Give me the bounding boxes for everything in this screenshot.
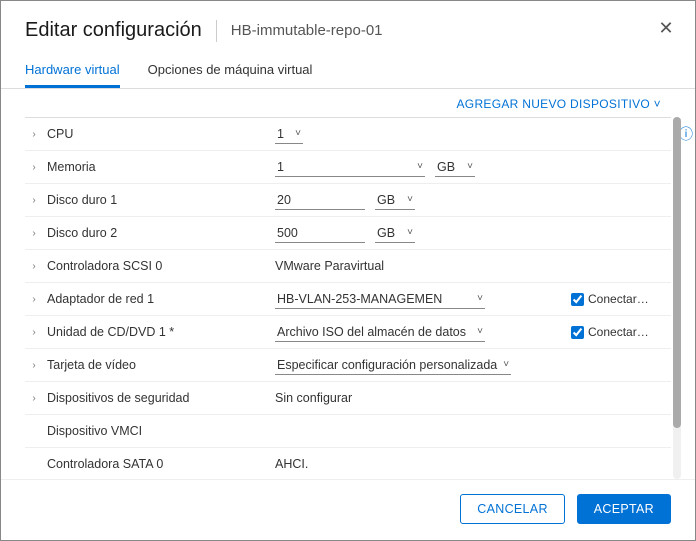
row-sata0: Controladora SATA 0 AHCI. bbox=[25, 448, 671, 479]
edit-settings-dialog: Editar configuración HB-immutable-repo-0… bbox=[0, 0, 696, 541]
row-disk2: › Disco duro 2 500 GB˅ bbox=[25, 217, 671, 250]
dialog-subtitle: HB-immutable-repo-01 bbox=[231, 22, 383, 39]
cddvd1-connect-checkbox[interactable]: Conectar… bbox=[571, 325, 649, 339]
net1-network-select[interactable]: HB-VLAN-253-MANAGEMEN˅ bbox=[275, 290, 485, 309]
chevron-down-icon: ˅ bbox=[407, 194, 413, 205]
chevron-down-icon: ˅ bbox=[477, 293, 483, 304]
chevron-down-icon: ˅ bbox=[503, 359, 509, 370]
row-label: Disco duro 2 bbox=[47, 226, 117, 240]
row-label: Controladora SATA 0 bbox=[47, 457, 163, 471]
checkbox-label: Conectar… bbox=[588, 325, 649, 339]
row-disk1: › Disco duro 1 20 GB˅ bbox=[25, 184, 671, 217]
hardware-list: › CPU 1˅ ⓘ › Memoria bbox=[25, 117, 671, 479]
net1-connect-checkbox[interactable]: Conectar… bbox=[571, 292, 649, 306]
add-device-row: AGREGAR NUEVO DISPOSITIVO bbox=[1, 89, 695, 117]
row-cddvd1: › Unidad de CD/DVD 1 Archivo ISO del alm… bbox=[25, 316, 671, 349]
cpu-count-select[interactable]: 1˅ bbox=[275, 125, 303, 144]
memory-value-select[interactable]: 1˅ bbox=[275, 158, 425, 177]
chevron-right-icon[interactable]: › bbox=[29, 294, 39, 304]
chevron-down-icon: ˅ bbox=[467, 161, 473, 172]
chevron-right-icon[interactable]: › bbox=[29, 195, 39, 205]
disk1-unit-select[interactable]: GB˅ bbox=[375, 191, 415, 210]
add-device-button[interactable]: AGREGAR NUEVO DISPOSITIVO bbox=[457, 97, 662, 111]
chevron-down-icon: ˅ bbox=[295, 128, 301, 139]
row-label: CPU bbox=[47, 127, 73, 141]
accept-button[interactable]: ACEPTAR bbox=[577, 494, 671, 524]
row-net1: › Adaptador de red 1 HB-VLAN-253-MANAGEM… bbox=[25, 283, 671, 316]
dialog-title: Editar configuración bbox=[25, 19, 202, 42]
cancel-button[interactable]: CANCELAR bbox=[460, 494, 564, 524]
row-label: Dispositivos de seguridad bbox=[47, 391, 189, 405]
chevron-right-icon[interactable]: › bbox=[29, 228, 39, 238]
row-security: › Dispositivos de seguridad Sin configur… bbox=[25, 382, 671, 415]
disk1-size-input[interactable]: 20 bbox=[275, 191, 365, 210]
row-scsi0: › Controladora SCSI 0 VMware Paravirtual bbox=[25, 250, 671, 283]
scroll-thumb[interactable] bbox=[673, 117, 681, 428]
tab-vm-options[interactable]: Opciones de máquina virtual bbox=[148, 54, 313, 88]
chevron-down-icon: ˅ bbox=[417, 161, 423, 172]
cddvd1-source-select[interactable]: Archivo ISO del almacén de datos˅ bbox=[275, 323, 485, 342]
video-config-select[interactable]: Especificar configuración personalizada˅ bbox=[275, 356, 511, 375]
chevron-right-icon[interactable]: › bbox=[29, 129, 39, 139]
chevron-down-icon: ˅ bbox=[477, 326, 483, 337]
security-value: Sin configurar bbox=[275, 391, 352, 405]
checkbox-input[interactable] bbox=[571, 326, 584, 339]
row-vmci: Dispositivo VMCI bbox=[25, 415, 671, 448]
row-label: Unidad de CD/DVD 1 bbox=[47, 325, 174, 339]
row-label: Disco duro 1 bbox=[47, 193, 117, 207]
chevron-right-icon[interactable]: › bbox=[29, 327, 39, 337]
disk2-unit-select[interactable]: GB˅ bbox=[375, 224, 415, 243]
scrollbar[interactable] bbox=[673, 117, 681, 479]
chevron-right-icon[interactable]: › bbox=[29, 393, 39, 403]
scsi0-value: VMware Paravirtual bbox=[275, 259, 384, 273]
close-icon[interactable]: ✕ bbox=[657, 19, 675, 37]
row-label: Controladora SCSI 0 bbox=[47, 259, 162, 273]
row-memory: › Memoria 1˅ GB˅ bbox=[25, 151, 671, 184]
row-cpu: › CPU 1˅ ⓘ bbox=[25, 118, 671, 151]
row-label: Tarjeta de vídeo bbox=[47, 358, 136, 372]
tab-bar: Hardware virtual Opciones de máquina vir… bbox=[1, 54, 695, 89]
row-label: Dispositivo VMCI bbox=[47, 424, 142, 438]
chevron-down-icon: ˅ bbox=[407, 227, 413, 238]
sata0-value: AHCI. bbox=[275, 457, 308, 471]
checkbox-input[interactable] bbox=[571, 293, 584, 306]
tab-hardware-virtual[interactable]: Hardware virtual bbox=[25, 54, 120, 88]
dialog-header: Editar configuración HB-immutable-repo-0… bbox=[1, 1, 695, 54]
dialog-footer: CANCELAR ACEPTAR bbox=[1, 479, 695, 540]
memory-unit-select[interactable]: GB˅ bbox=[435, 158, 475, 177]
row-label: Memoria bbox=[47, 160, 96, 174]
header-divider bbox=[216, 20, 217, 42]
disk2-size-input[interactable]: 500 bbox=[275, 224, 365, 243]
chevron-right-icon[interactable]: › bbox=[29, 162, 39, 172]
row-label: Adaptador de red 1 bbox=[47, 292, 154, 306]
chevron-right-icon[interactable]: › bbox=[29, 360, 39, 370]
row-video: › Tarjeta de vídeo Especificar configura… bbox=[25, 349, 671, 382]
chevron-right-icon[interactable]: › bbox=[29, 261, 39, 271]
checkbox-label: Conectar… bbox=[588, 292, 649, 306]
